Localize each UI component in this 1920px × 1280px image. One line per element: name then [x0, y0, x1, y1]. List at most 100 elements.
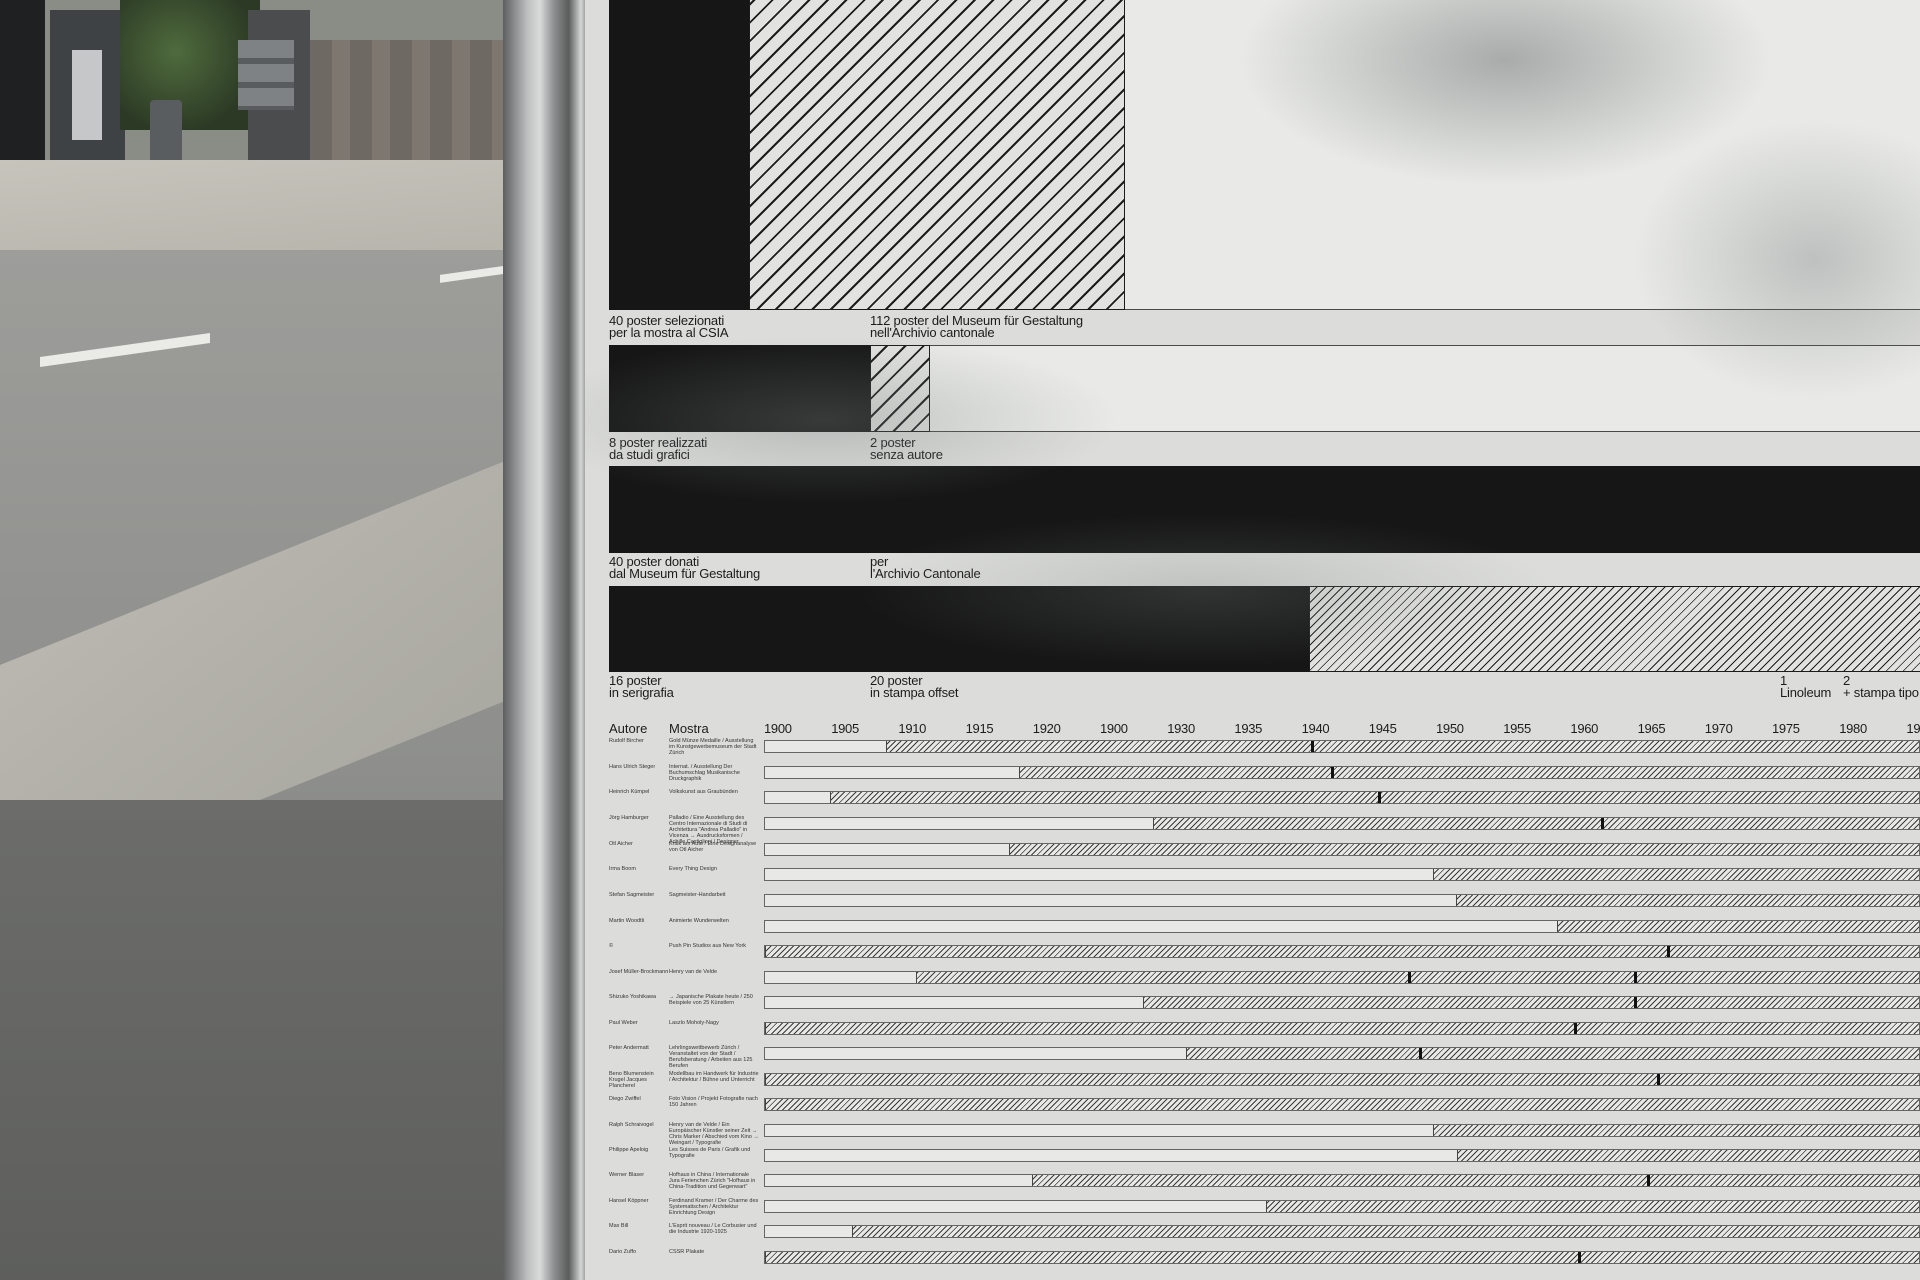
row-active-span: [1556, 921, 1919, 932]
row-year-marker: [1647, 1175, 1651, 1186]
row-author: Jörg Hamburger: [609, 815, 649, 821]
year-label: 1960: [1570, 721, 1599, 736]
row-active-span: [916, 972, 1919, 983]
row-exhibition: Foto Vision / Projekt Fotografie nach 15…: [669, 1096, 758, 1108]
row-author: Hansel Köppner: [609, 1198, 649, 1204]
year-label: 1945: [1368, 721, 1397, 736]
year-label: 1955: [1503, 721, 1531, 736]
year-label: 1905: [831, 721, 859, 736]
label-letterpress: 2 + stampa tipo: [1843, 673, 1919, 700]
row-active-span: [1457, 1150, 1919, 1161]
row-active-span: [851, 1226, 1919, 1237]
row-author: Rudolf Bircher: [609, 738, 644, 744]
far-sidewalk: [0, 160, 505, 255]
row-active-span: [765, 946, 1919, 957]
row-active-span: [1456, 895, 1919, 906]
row-year-marker: [1634, 997, 1638, 1008]
row-track: [764, 971, 1920, 984]
row-active-span: [1143, 997, 1919, 1008]
row-year-marker: [1634, 972, 1638, 983]
row-author: Max Bill: [609, 1223, 629, 1229]
year-label: 1965: [1637, 721, 1666, 736]
label-linoleum: 1 Linoleum: [1780, 673, 1832, 700]
row-author: Beno Blumenstein Krugel Jacques Plancher…: [609, 1071, 654, 1089]
row-active-span: [1032, 1175, 1919, 1186]
bar-selected-posters: [609, 0, 749, 310]
row-exhibition: Hofhaus in China / Internationale Jura F…: [669, 1172, 756, 1190]
row-year-marker: [1577, 1252, 1581, 1263]
year-label: 198: [1906, 721, 1920, 736]
row-track: [764, 843, 1920, 856]
row-year-marker: [1310, 741, 1314, 752]
row-author: Martin Woodtli: [609, 918, 645, 924]
stone-wall: [310, 40, 505, 160]
row-exhibition: Internat. / Ausstellung Der Buchumschlag…: [669, 764, 740, 782]
row-exhibition: Sagmeister-Handarbeit: [669, 892, 726, 898]
row-year-marker: [1574, 1023, 1578, 1034]
row-author: Josef Müller-Brockmann: [609, 969, 669, 975]
bar-museum-posters: [749, 0, 1125, 310]
row-track: [764, 1200, 1920, 1213]
row-author: Philippe Apeloig: [609, 1147, 649, 1153]
row-exhibition: Volkskunst aus Graubünden: [669, 789, 738, 795]
row-track: [764, 1174, 1920, 1187]
row-track: [764, 1225, 1920, 1238]
row-track: [764, 1251, 1920, 1264]
label-donated-posters: 40 poster donati dal Museum für Gestaltu…: [609, 554, 761, 581]
row-author: Hans Ulrich Steger: [609, 764, 656, 770]
row-track: [764, 1022, 1920, 1035]
row-year-marker: [1419, 1048, 1423, 1059]
year-label: 1950: [1436, 721, 1464, 736]
row-track: [764, 894, 1920, 907]
row-active-span: [765, 1252, 1919, 1263]
row-author: Heinrich Kümpel: [609, 789, 650, 795]
row-year-marker: [1600, 818, 1604, 829]
row-active-span: [1019, 767, 1919, 778]
row-exhibition: Kritik am Auto / Eine Designanalyse von …: [669, 841, 757, 853]
year-label: 1940: [1301, 721, 1330, 736]
row-exhibition: Push Pin Studios aus New York: [669, 943, 747, 949]
street-photo: [0, 0, 505, 1280]
year-label: 1910: [898, 721, 927, 736]
row-exhibition: Animierte Wunderwelten: [669, 918, 729, 924]
poster-content: 40 poster selezionati per la mostra al C…: [609, 0, 1920, 1280]
row-track: [764, 945, 1920, 958]
label-museum-posters: 112 poster del Museum für Gestaltung nel…: [870, 313, 1083, 340]
row-exhibition: CSSR Plakate: [669, 1249, 705, 1255]
row-track: [764, 1098, 1920, 1111]
row-author: Stefan Sagmeister: [609, 892, 655, 898]
row-year-marker: [1657, 1074, 1661, 1085]
row-active-span: [1265, 1201, 1919, 1212]
row-author: Ralph Schraivogel: [609, 1122, 654, 1128]
row-active-span: [1153, 818, 1919, 829]
row-track: [764, 1073, 1920, 1086]
row-track: [764, 1047, 1920, 1060]
year-label: 1915: [965, 721, 994, 736]
year-label: 1900: [764, 721, 792, 736]
row-track: [764, 1124, 1920, 1137]
metal-pole: [503, 0, 585, 1280]
year-label: 1975: [1772, 721, 1800, 736]
row-exhibition: → Japanische Plakate heute / 250 Beispie…: [669, 994, 753, 1006]
bar-donated-posters: [609, 466, 1920, 553]
row-author: Peter Andermatt: [609, 1045, 649, 1051]
bar-offset-posters: [1309, 586, 1920, 672]
row-track: [764, 996, 1920, 1009]
year-label: 1970: [1704, 721, 1733, 736]
row-author: Shizuko Yoshikawa: [609, 994, 657, 1000]
row-exhibition: Gold Münze Medaille / Ausstellung im Kun…: [669, 738, 757, 756]
year-label: 1930: [1167, 721, 1195, 736]
row-exhibition: Les Suisses de Paris / Grafik und Typogr…: [669, 1147, 751, 1159]
row-active-span: [765, 1099, 1919, 1110]
row-track: [764, 817, 1920, 830]
bar-screenprint-posters: [609, 586, 1309, 672]
row-exhibition: Every Thing Design: [669, 866, 717, 872]
row-exhibition: Lehrlingswettbewerb Zürich / Veranstalte…: [669, 1045, 753, 1069]
row-exhibition: Laszlo Moholy-Nagy: [669, 1020, 719, 1026]
label-offset-posters: 20 poster in stampa offset: [870, 673, 959, 700]
row-active-span: [765, 1023, 1919, 1034]
row-active-span: [1433, 869, 1919, 880]
row-year-marker: [1331, 767, 1335, 778]
row-exhibition: Modellbau im Handwerk für Industrie / Ar…: [669, 1071, 759, 1083]
label-studio-posters: 8 poster realizzati da studi grafici: [609, 435, 708, 462]
